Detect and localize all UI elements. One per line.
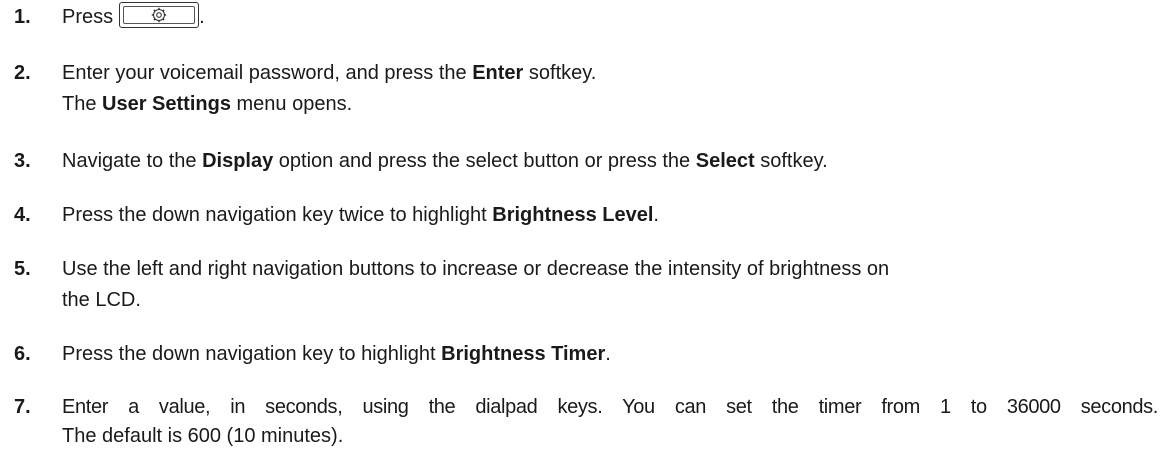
- step-text: Enter a value, in seconds, using the dia…: [62, 394, 1158, 449]
- step-number: 1.: [14, 6, 31, 28]
- step-number: 4.: [14, 204, 31, 226]
- text-segment: option and press the select button or pr…: [273, 150, 696, 172]
- step-text: Use the left and right navigation button…: [62, 256, 1158, 313]
- step-line: Press the down navigation key to highlig…: [62, 341, 1158, 367]
- step-number: 2.: [14, 62, 31, 84]
- step-line: the LCD.: [62, 289, 141, 311]
- step-text: Navigate to the Display option and press…: [62, 148, 1158, 174]
- select-softkey-label: Select: [695, 150, 755, 172]
- step-line: Use the left and right navigation button…: [62, 258, 890, 280]
- step-line: Press the down navigation key twice to h…: [62, 202, 1158, 228]
- step-line: Navigate to the Display option and press…: [62, 148, 1158, 174]
- settings-key: [119, 1, 200, 28]
- text-segment: .: [653, 204, 659, 226]
- step-text: Press the down navigation key to highlig…: [62, 341, 1158, 367]
- text-segment: menu opens.: [230, 93, 353, 115]
- step-text: Enter your voicemail password, and press…: [62, 60, 1158, 117]
- step-text: Press the down navigation key twice to h…: [62, 202, 1158, 228]
- step-number: 5.: [14, 258, 31, 280]
- step-line: The default is 600 (10 minutes).: [62, 425, 344, 447]
- step-line: Enter your voicemail password, and press…: [62, 60, 1158, 86]
- text-segment: Press the down navigation key to highlig…: [62, 343, 442, 365]
- text-segment: softkey.: [754, 150, 828, 172]
- user-settings-menu-label: User Settings: [102, 93, 231, 115]
- text-segment: softkey.: [523, 62, 597, 84]
- step-text-period: .: [199, 6, 205, 28]
- text-segment: The: [62, 93, 103, 115]
- step-line: Enter a value, in seconds, using the dia…: [62, 396, 1158, 418]
- text-segment: Enter your voicemail password, and press…: [62, 62, 473, 84]
- text-segment: .: [605, 343, 611, 365]
- step-text: Press.: [62, 1, 1158, 31]
- enter-softkey-label: Enter: [472, 62, 524, 84]
- step-line: The User Settings menu opens.: [62, 91, 1158, 117]
- step-number: 6.: [14, 343, 31, 365]
- text-segment: Press the down navigation key twice to h…: [62, 204, 493, 226]
- brightness-level-label: Brightness Level: [492, 204, 654, 226]
- brightness-timer-label: Brightness Timer: [441, 343, 606, 365]
- text-segment: Navigate to the: [62, 150, 203, 172]
- step-number: 3.: [14, 150, 31, 172]
- step-number: 7.: [14, 396, 31, 418]
- step-text-press: Press: [62, 6, 114, 28]
- display-option-label: Display: [202, 150, 274, 172]
- settings-gear-icon: [151, 7, 167, 22]
